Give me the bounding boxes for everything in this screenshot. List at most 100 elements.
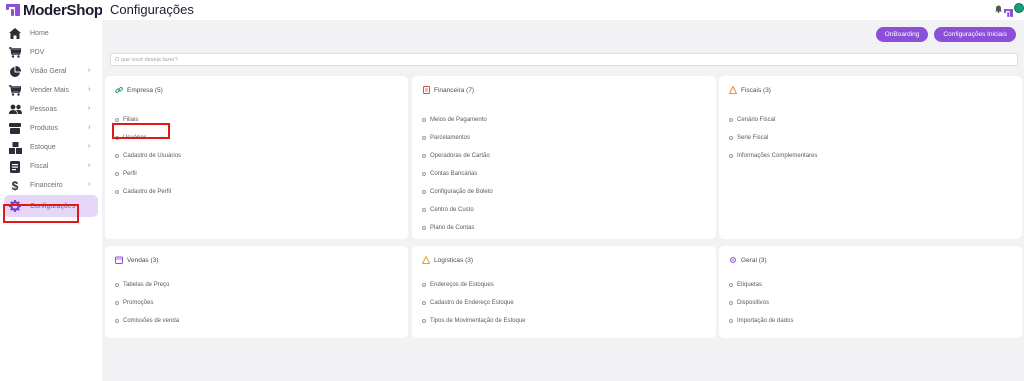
list-item-cadastro-usuarios[interactable]: Cadastro de Usuários [115, 147, 181, 165]
list-item-filiais[interactable]: Filiais [115, 111, 181, 129]
onboarding-button[interactable]: OnBoarding [875, 27, 929, 42]
list-item-label: Operadoras de Cartão [430, 153, 490, 159]
sidebar-item-financeiro[interactable]: $ Financeiro › [0, 176, 102, 195]
list-item-promocoes[interactable]: Promoções [115, 294, 179, 312]
sidebar-item-visao-geral[interactable]: Visão Geral › [0, 62, 102, 81]
sidebar-item-label: Visão Geral [30, 68, 67, 75]
bullet-icon [729, 301, 733, 305]
bullet-icon [422, 283, 426, 287]
initial-settings-button[interactable]: Configurações Iniciais [934, 27, 1016, 42]
card-fiscais: Fiscais (3) Cenário Fiscal Serie Fiscal … [719, 76, 1022, 239]
list-item-label: Usuários [123, 135, 147, 141]
list-item-label: Cadastro de Endereço Estoque [430, 300, 514, 306]
chevron-right-icon: › [88, 162, 91, 169]
sidebar-item-produtos[interactable]: Produtos › [0, 119, 102, 138]
list-item-tipos-movimentacao[interactable]: Tipos de Movimentação de Estoque [422, 312, 526, 330]
card-items: Cenário Fiscal Serie Fiscal Informações … [729, 111, 817, 165]
list-item-label: Promoções [123, 300, 154, 306]
card-items: Filiais Usuários Cadastro de Usuários Pe… [115, 111, 181, 201]
list-item-configuracao-boleto[interactable]: Configuração de Boleto [422, 183, 493, 201]
header-actions: OnBoarding Configurações Iniciais [875, 27, 1016, 42]
list-item-label: Parcelamentos [430, 135, 471, 141]
card-items: Tabelas de Preço Promoções Comissões de … [115, 276, 179, 330]
box-icon [8, 123, 22, 135]
bullet-icon [115, 190, 119, 194]
list-item-informacoes-complementares[interactable]: Informações Complementares [729, 147, 817, 165]
bullet-icon [422, 118, 426, 122]
sidebar-item-pdv[interactable]: PDV [0, 43, 102, 62]
page-title: Configurações [110, 2, 194, 17]
bullet-icon [115, 319, 119, 323]
card-financeira: Financeira (7) Meios de Pagamento Parcel… [412, 76, 716, 239]
sidebar-item-home[interactable]: Home [0, 24, 102, 43]
card-title-text: Geral (3) [741, 256, 767, 264]
main-content: Configurações OnBoarding Configurações I… [102, 0, 1024, 381]
list-item-usuarios[interactable]: Usuários [115, 129, 181, 147]
list-item-label: Dispositivos [737, 300, 770, 306]
list-item-cenario-fiscal[interactable]: Cenário Fiscal [729, 111, 817, 129]
card-items: Meios de Pagamento Parcelamentos Operado… [422, 111, 493, 237]
sidebar-item-label: Home [30, 30, 49, 37]
card-title: Vendas (3) [115, 256, 158, 264]
list-item-label: Cenário Fiscal [737, 117, 776, 123]
list-item-comissoes-venda[interactable]: Comissões de venda [115, 312, 179, 330]
chevron-right-icon: › [88, 105, 91, 112]
gear-icon [729, 256, 737, 264]
list-item-contas-bancarias[interactable]: Contas Bancárias [422, 165, 493, 183]
boxes-icon [8, 141, 22, 154]
brand-logo[interactable]: ModerShop [6, 2, 103, 19]
sidebar-item-configuracoes[interactable]: Configurações [4, 195, 98, 217]
sidebar-item-label: PDV [30, 49, 45, 56]
card-empresa: Empresa (5) Filiais Usuários Cadastro de… [105, 76, 408, 239]
chevron-right-icon: › [88, 124, 91, 131]
list-item-centro-custo[interactable]: Centro de Custo [422, 201, 493, 219]
list-item-etiquetas[interactable]: Etiquetas [729, 276, 793, 294]
bullet-icon [422, 208, 426, 212]
card-logisticas: Logísticas (3) Endereços de Estoques Cad… [412, 246, 716, 338]
bullet-icon [729, 118, 733, 122]
bell-icon[interactable] [995, 5, 1002, 15]
list-item-tabelas-preco[interactable]: Tabelas de Preço [115, 276, 179, 294]
sidebar-item-label: Fiscal [30, 163, 49, 170]
card-title: Financeira (7) [422, 86, 474, 94]
list-item-plano-contas[interactable]: Plano de Contas [422, 219, 493, 237]
list-item-enderecos-estoques[interactable]: Endereços de Estoques [422, 276, 526, 294]
bullet-icon [729, 136, 733, 140]
bullet-icon [729, 283, 733, 287]
card-title: Geral (3) [729, 256, 767, 264]
sidebar-item-label: Produtos [30, 125, 59, 132]
sidebar-item-pessoas[interactable]: Pessoas › [0, 100, 102, 119]
bullet-icon [422, 190, 426, 194]
list-item-meios-pagamento[interactable]: Meios de Pagamento [422, 111, 493, 129]
list-item-label: Comissões de venda [123, 318, 180, 324]
list-item-cadastro-endereco-estoque[interactable]: Cadastro de Endereço Estoque [422, 294, 526, 312]
sidebar-item-label: Pessoas [30, 106, 57, 113]
sidebar-nav: Home PDV Visão Geral › Vender Mais › Pes… [0, 24, 102, 217]
sidebar-item-fiscal[interactable]: Fiscal › [0, 157, 102, 176]
moder-logo-icon [1004, 4, 1013, 17]
avatar[interactable] [1014, 3, 1024, 13]
list-item-label: Tabelas de Preço [123, 282, 170, 288]
list-item-label: Filiais [123, 117, 139, 123]
list-item-parcelamentos[interactable]: Parcelamentos [422, 129, 493, 147]
bullet-icon [422, 136, 426, 140]
card-title-text: Vendas (3) [127, 256, 159, 264]
card-vendas: Vendas (3) Tabelas de Preço Promoções Co… [105, 246, 408, 338]
list-item-perfil[interactable]: Perfil [115, 165, 181, 183]
card-title-text: Fiscais (3) [741, 86, 771, 94]
moder-logo-icon [6, 4, 20, 16]
list-item-importacao-dados[interactable]: Importação de dados [729, 312, 793, 330]
list-item-cadastro-perfil[interactable]: Cadastro de Perfil [115, 183, 181, 201]
list-item-dispositivos[interactable]: Dispositivos [729, 294, 793, 312]
list-item-label: Cadastro de Perfil [123, 189, 172, 195]
list-item-operadoras-cartao[interactable]: Operadoras de Cartão [422, 147, 493, 165]
list-item-serie-fiscal[interactable]: Serie Fiscal [729, 129, 817, 147]
dollar-icon: $ [11, 178, 19, 193]
bullet-icon [115, 136, 119, 140]
search-input[interactable]: O que você deseja fazer? [110, 53, 1018, 66]
list-item-label: Configuração de Boleto [430, 189, 493, 195]
sidebar-item-estoque[interactable]: Estoque › [0, 138, 102, 157]
sidebar-item-vender-mais[interactable]: Vender Mais › [0, 81, 102, 100]
top-bar: Configurações [102, 0, 1024, 20]
cart-icon [8, 47, 22, 59]
